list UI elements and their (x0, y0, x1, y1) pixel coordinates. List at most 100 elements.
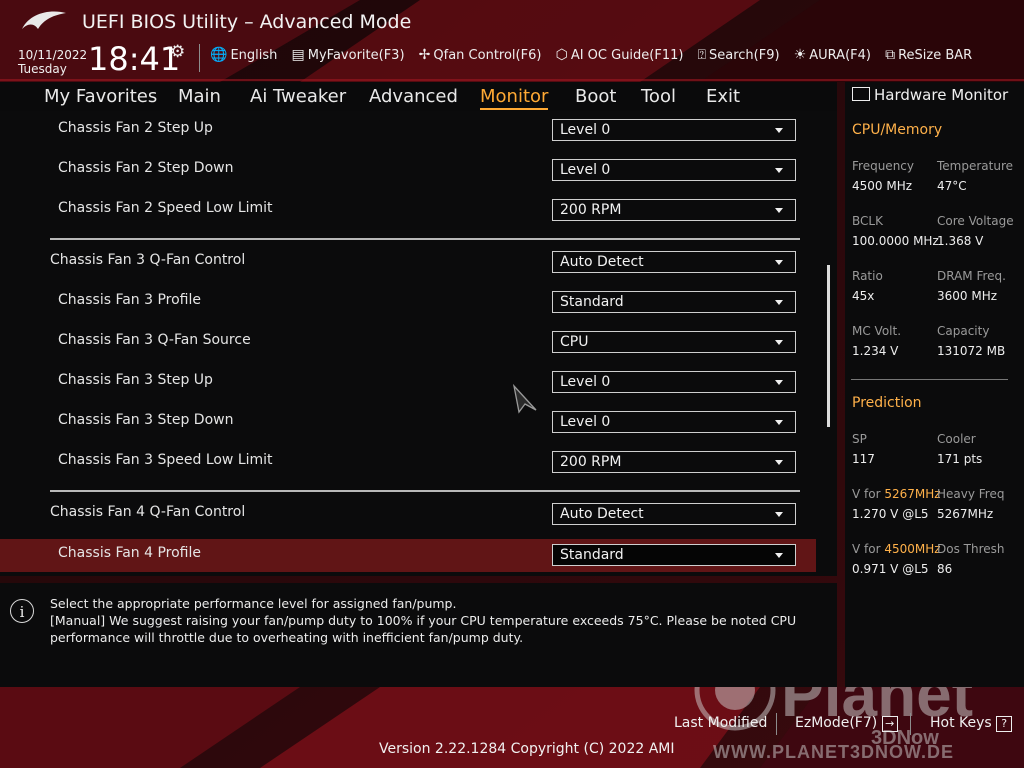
dropdown-value: 200 RPM (560, 454, 622, 470)
dropdown-caret-icon (775, 512, 783, 517)
mouse-cursor-icon (512, 384, 537, 414)
tab-boot[interactable]: Boot (575, 86, 616, 107)
monitor-icon (852, 87, 870, 101)
dropdown-caret-icon (775, 553, 783, 558)
dropdown-value: Standard (560, 547, 624, 563)
ai-oc-label: AI OC Guide(F11) (570, 48, 684, 63)
hw-key: DRAM Freq. (937, 269, 1006, 283)
tab-main[interactable]: Main (178, 86, 221, 107)
resize-bar-label: ReSize BAR (898, 48, 973, 63)
setting-row[interactable]: Chassis Fan 2 Step Up Level 0 (0, 111, 816, 151)
scrollbar-thumb[interactable] (827, 265, 830, 427)
top-bar: UEFI BIOS Utility – Advanced Mode 10/11/… (0, 0, 1024, 82)
aura-label: AURA(F4) (809, 48, 871, 63)
tab-exit[interactable]: Exit (706, 86, 740, 107)
main-menu: My Favorites Main Ai Tweaker Advanced Mo… (0, 82, 837, 111)
hw-key: Capacity (937, 324, 990, 338)
setting-dropdown[interactable]: Level 0 (552, 411, 796, 433)
setting-row[interactable]: Chassis Fan 3 Step Up Level 0 (0, 363, 816, 403)
divider (776, 713, 777, 735)
dropdown-value: Auto Detect (560, 506, 644, 522)
hw-value: 100.0000 MHz (852, 234, 939, 248)
setting-dropdown[interactable]: CPU (552, 331, 796, 353)
setting-dropdown[interactable]: Auto Detect (552, 503, 796, 525)
aura-button[interactable]: ☀ AURA(F4) (794, 47, 871, 63)
dropdown-caret-icon (775, 260, 783, 265)
language-button[interactable]: 🌐 English (210, 47, 277, 63)
qfan-control-button[interactable]: ✢ Qfan Control(F6) (419, 47, 542, 63)
hw-value: 131072 MB (937, 344, 1006, 358)
setting-dropdown[interactable]: 200 RPM (552, 199, 796, 221)
divider (199, 44, 200, 72)
ai-guide-icon: ⬡ (555, 47, 568, 63)
ai-oc-guide-button[interactable]: ⬡ AI OC Guide(F11) (556, 47, 684, 63)
setting-row[interactable]: Chassis Fan 3 Profile Standard (0, 283, 816, 323)
tab-ai-tweaker[interactable]: Ai Tweaker (250, 86, 346, 107)
setting-dropdown[interactable]: Auto Detect (552, 251, 796, 273)
search-label: Search(F9) (709, 48, 780, 63)
tab-my-favorites[interactable]: My Favorites (44, 86, 157, 107)
v-for-freq: 4500MHz (884, 542, 941, 556)
hw-key: Temperature (937, 159, 1014, 173)
hw-value: 4500 MHz (852, 179, 913, 193)
ezmode-button[interactable]: EzMode(F7) → (795, 715, 898, 732)
setting-dropdown[interactable]: Level 0 (552, 159, 796, 181)
search-button[interactable]: ⍰ Search(F9) (698, 47, 780, 63)
fan-icon: ✢ (418, 47, 431, 63)
hw-value: 3600 MHz (937, 289, 998, 303)
setting-row[interactable]: Chassis Fan 2 Speed Low Limit 200 RPM (0, 191, 816, 231)
setting-dropdown[interactable]: Standard (552, 544, 796, 566)
dropdown-caret-icon (775, 460, 783, 465)
hw-value: 45x (852, 289, 875, 303)
dropdown-value: Level 0 (560, 414, 611, 430)
divider (910, 713, 911, 735)
cpu-memory-heading: CPU/Memory (852, 122, 943, 138)
tab-monitor[interactable]: Monitor (480, 86, 549, 110)
heavy-freq-value: 5267MHz (937, 507, 994, 521)
dropdown-value: Standard (560, 294, 624, 310)
setting-row[interactable]: Chassis Fan 3 Step Down Level 0 (0, 403, 816, 443)
setting-dropdown[interactable]: 200 RPM (552, 451, 796, 473)
resize-bar-button[interactable]: ⧉ ReSize BAR (885, 47, 972, 63)
setting-dropdown[interactable]: Level 0 (552, 371, 796, 393)
hw-key: Frequency (852, 159, 914, 173)
last-modified-button[interactable]: Last Modified (674, 715, 767, 731)
resize-bar-icon: ⧉ (885, 47, 896, 63)
aura-icon: ☀ (793, 47, 807, 63)
setting-row[interactable]: Chassis Fan 3 Speed Low Limit 200 RPM (0, 443, 816, 483)
setting-row[interactable]: Chassis Fan 4 Q-Fan Control Auto Detect (0, 495, 816, 535)
myfavorite-label: MyFavorite(F3) (307, 48, 405, 63)
setting-label: Chassis Fan 2 Step Down (58, 160, 234, 176)
search-icon: ⍰ (697, 47, 706, 63)
globe-icon: 🌐 (210, 47, 228, 63)
setting-dropdown[interactable]: Standard (552, 291, 796, 313)
settings-panel: Chassis Fan 2 Step Up Level 0 Chassis Fa… (0, 111, 837, 576)
setting-row-selected[interactable]: Chassis Fan 4 Profile Standard (0, 539, 816, 572)
toolbar: 🌐 English ▤ MyFavorite(F3) ✢ Qfan Control(F… (210, 47, 982, 63)
setting-label: Chassis Fan 3 Q-Fan Source (58, 332, 251, 348)
rog-logo-icon (22, 11, 66, 29)
tab-tool[interactable]: Tool (641, 86, 676, 107)
v-for-value: 1.270 V @L5 (852, 507, 929, 521)
dropdown-caret-icon (775, 208, 783, 213)
exit-arrow-icon: → (881, 716, 898, 732)
v-for-prefix: V for (852, 487, 881, 501)
gear-icon[interactable]: ⚙ (170, 42, 185, 62)
setting-dropdown[interactable]: Level 0 (552, 119, 796, 141)
dropdown-value: 200 RPM (560, 202, 622, 218)
hot-keys-button[interactable]: Hot Keys ? (930, 715, 1013, 732)
setting-row[interactable]: Chassis Fan 3 Q-Fan Source CPU (0, 323, 816, 363)
heavy-freq-key: Heavy Freq (937, 487, 1005, 501)
hw-key: BCLK (852, 214, 883, 228)
section-divider (851, 379, 1008, 380)
hot-keys-label: Hot Keys (930, 715, 992, 731)
setting-label: Chassis Fan 3 Step Down (58, 412, 234, 428)
setting-label: Chassis Fan 3 Profile (58, 292, 202, 308)
v-for-freq: 5267MHz (884, 487, 941, 501)
myfavorite-button[interactable]: ▤ MyFavorite(F3) (292, 47, 405, 63)
clock[interactable]: 18:41 (88, 40, 180, 78)
dropdown-caret-icon (775, 128, 783, 133)
setting-row[interactable]: Chassis Fan 2 Step Down Level 0 (0, 151, 816, 191)
tab-advanced[interactable]: Advanced (369, 86, 458, 107)
setting-row[interactable]: Chassis Fan 3 Q-Fan Control Auto Detect (0, 243, 816, 283)
